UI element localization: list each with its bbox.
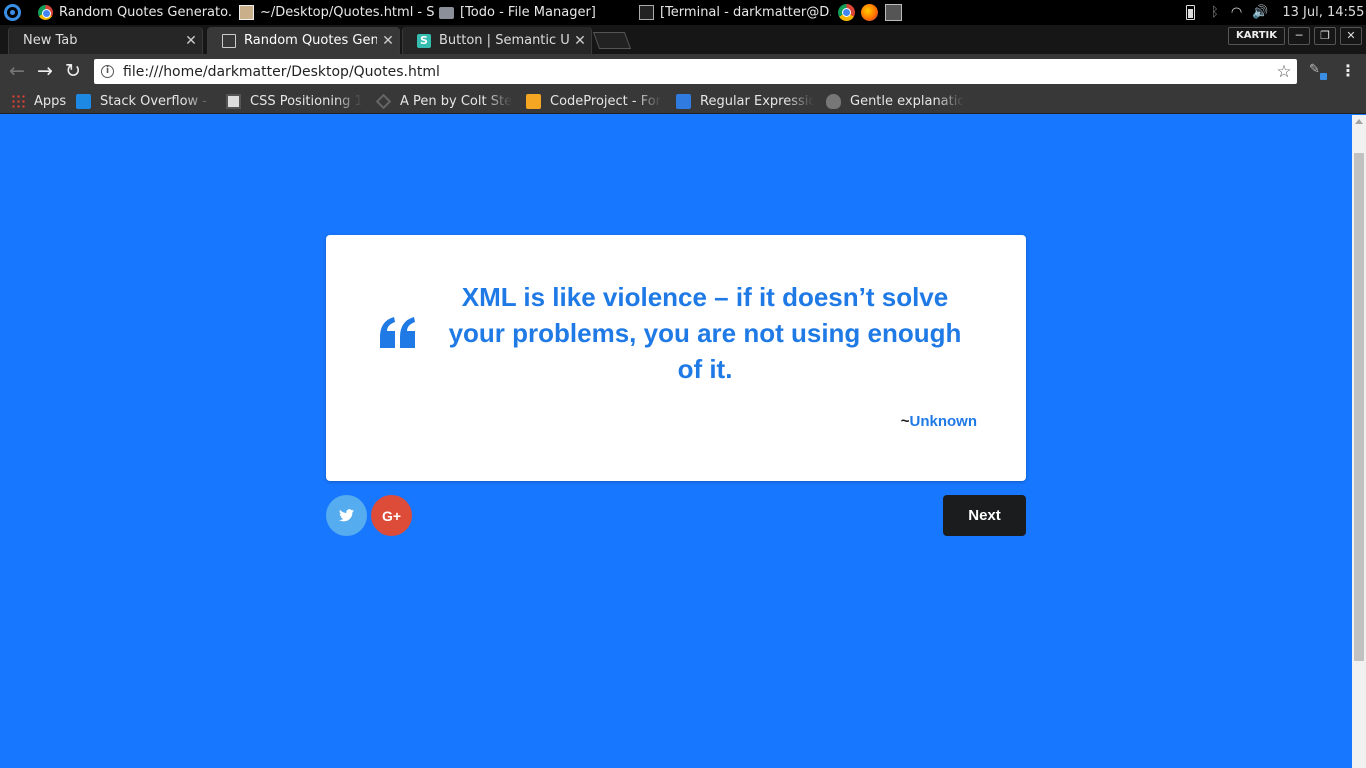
browser-menu-icon[interactable]: ⋮ — [1340, 60, 1356, 82]
forward-arrow-icon[interactable]: → — [33, 59, 57, 83]
reload-icon[interactable]: ↻ — [61, 59, 85, 83]
codeproject-icon — [526, 93, 541, 109]
bookmark-apps[interactable]: Apps — [11, 88, 66, 114]
back-arrow-icon[interactable]: ← — [5, 59, 29, 83]
apps-grid-icon — [11, 93, 26, 109]
regex-icon — [676, 93, 691, 109]
bookmark-label: CSS Positioning 10 — [250, 93, 362, 109]
launcher-sublime[interactable] — [885, 0, 905, 25]
volume-icon[interactable]: 🔊 — [1252, 5, 1268, 20]
app-launcher-icon[interactable] — [4, 4, 21, 21]
minimize-icon[interactable]: ─ — [1288, 27, 1310, 45]
info-icon[interactable]: i — [101, 65, 114, 78]
bookmark-stack-overflow[interactable]: Stack Overflow - St — [76, 88, 212, 114]
quote-card: XML is like violence – if it doesn’t sol… — [326, 235, 1026, 481]
url-text[interactable]: file:///home/darkmatter/Desktop/Quotes.h… — [123, 64, 1271, 80]
tab-new-tab[interactable]: New Tab ✕ — [8, 27, 203, 54]
scroll-up-icon[interactable] — [1355, 119, 1363, 124]
clock[interactable]: 13 Jul, 14:55 — [1282, 5, 1364, 20]
scroll-thumb[interactable] — [1354, 153, 1364, 661]
address-bar[interactable]: i file:///home/darkmatter/Desktop/Quotes… — [94, 59, 1297, 84]
launcher-chrome[interactable] — [838, 0, 858, 25]
profile-button[interactable]: KARTIK — [1228, 27, 1286, 45]
browser-toolbar: ← → ↻ i file:///home/darkmatter/Desktop/… — [0, 54, 1366, 88]
tab-title: New Tab — [23, 33, 78, 48]
quote-icon — [380, 317, 415, 348]
cloud-icon — [826, 93, 841, 109]
chrome-icon — [38, 5, 53, 20]
author-name: Unknown — [909, 413, 978, 430]
close-window-icon[interactable]: ✕ — [1340, 27, 1362, 45]
bookmark-label: Gentle explanation — [850, 93, 964, 109]
browser-tab-strip: New Tab ✕ Random Quotes Gene ✕ S Button … — [0, 25, 1366, 54]
tweet-button[interactable] — [326, 495, 367, 536]
css-icon — [226, 93, 241, 109]
bookmark-label: A Pen by Colt Steel — [400, 93, 512, 109]
terminal-icon — [639, 5, 654, 20]
close-icon[interactable]: ✕ — [377, 33, 399, 49]
taskbar-window-label: [Todo - File Manager] — [460, 5, 596, 20]
bookmark-label: Apps — [34, 93, 67, 109]
taskbar-window-file-manager[interactable]: [Todo - File Manager] — [439, 0, 634, 25]
document-icon — [222, 33, 236, 48]
google-plus-icon: G+ — [381, 507, 402, 524]
bookmark-label: Stack Overflow - St — [100, 93, 212, 109]
quote-text: XML is like violence – if it doesn’t sol… — [448, 282, 962, 384]
codepen-icon — [376, 93, 392, 109]
taskbar-window-browser[interactable]: Random Quotes Generato... — [38, 0, 233, 25]
bluetooth-icon[interactable]: ᛒ — [1211, 5, 1219, 20]
firefox-icon — [861, 4, 878, 21]
sublime-icon — [885, 4, 902, 21]
taskbar-window-editor[interactable]: ~/Desktop/Quotes.html - S... — [239, 0, 434, 25]
close-icon[interactable]: ✕ — [180, 33, 202, 49]
taskbar-window-terminal[interactable]: [Terminal - darkmatter@D... — [639, 0, 831, 25]
quote-author: ~Unknown — [901, 413, 977, 430]
bookmark-regular-expression[interactable]: Regular Expression — [676, 88, 814, 114]
wifi-icon[interactable]: ◠ — [1231, 5, 1242, 20]
os-taskbar: Random Quotes Generato... ~/Desktop/Quot… — [0, 0, 1366, 25]
launcher-firefox[interactable] — [861, 0, 881, 25]
page-viewport: XML is like violence – if it doesn’t sol… — [0, 115, 1352, 768]
text-editor-icon — [239, 5, 254, 20]
chrome-icon — [838, 4, 855, 21]
tab-title: Button | Semantic UI — [439, 33, 569, 48]
bookmarks-bar: Apps Stack Overflow - St CSS Positioning… — [0, 88, 1366, 114]
bookmark-codeproject[interactable]: CodeProject - For t — [526, 88, 662, 114]
battery-icon[interactable] — [1186, 5, 1195, 20]
semantic-ui-icon: S — [417, 33, 431, 48]
folder-icon — [439, 6, 454, 19]
bookmark-css-positioning[interactable]: CSS Positioning 10 — [226, 88, 362, 114]
tab-semantic-ui[interactable]: S Button | Semantic UI ✕ — [402, 27, 592, 54]
close-icon[interactable]: ✕ — [569, 33, 591, 49]
bookmark-codepen[interactable]: A Pen by Colt Steel — [376, 88, 512, 114]
tab-title: Random Quotes Gene — [244, 33, 377, 48]
taskbar-window-label: Random Quotes Generato... — [59, 5, 233, 20]
restore-icon[interactable]: ❐ — [1314, 27, 1336, 45]
next-quote-button[interactable]: Next — [943, 495, 1026, 536]
system-tray: ᛒ ◠ 🔊 13 Jul, 14:55 — [1186, 0, 1364, 25]
google-plus-button[interactable]: G+ — [371, 495, 412, 536]
new-tab-button[interactable] — [592, 32, 632, 49]
bookmark-label: Regular Expression — [700, 93, 814, 109]
bookmark-label: CodeProject - For t — [550, 93, 662, 109]
page-scrollbar[interactable] — [1352, 115, 1366, 768]
taskbar-window-label: ~/Desktop/Quotes.html - S... — [260, 5, 434, 20]
stack-overflow-icon — [76, 93, 91, 109]
extension-icon[interactable]: ✎ — [1309, 62, 1327, 80]
taskbar-window-label: [Terminal - darkmatter@D... — [660, 5, 831, 20]
author-prefix: ~ — [900, 413, 910, 430]
bookmark-star-icon[interactable]: ☆ — [1271, 62, 1297, 82]
bookmark-gentle-explanation[interactable]: Gentle explanation — [826, 88, 964, 114]
tab-random-quotes[interactable]: Random Quotes Gene ✕ — [207, 27, 400, 54]
twitter-icon — [339, 509, 354, 522]
